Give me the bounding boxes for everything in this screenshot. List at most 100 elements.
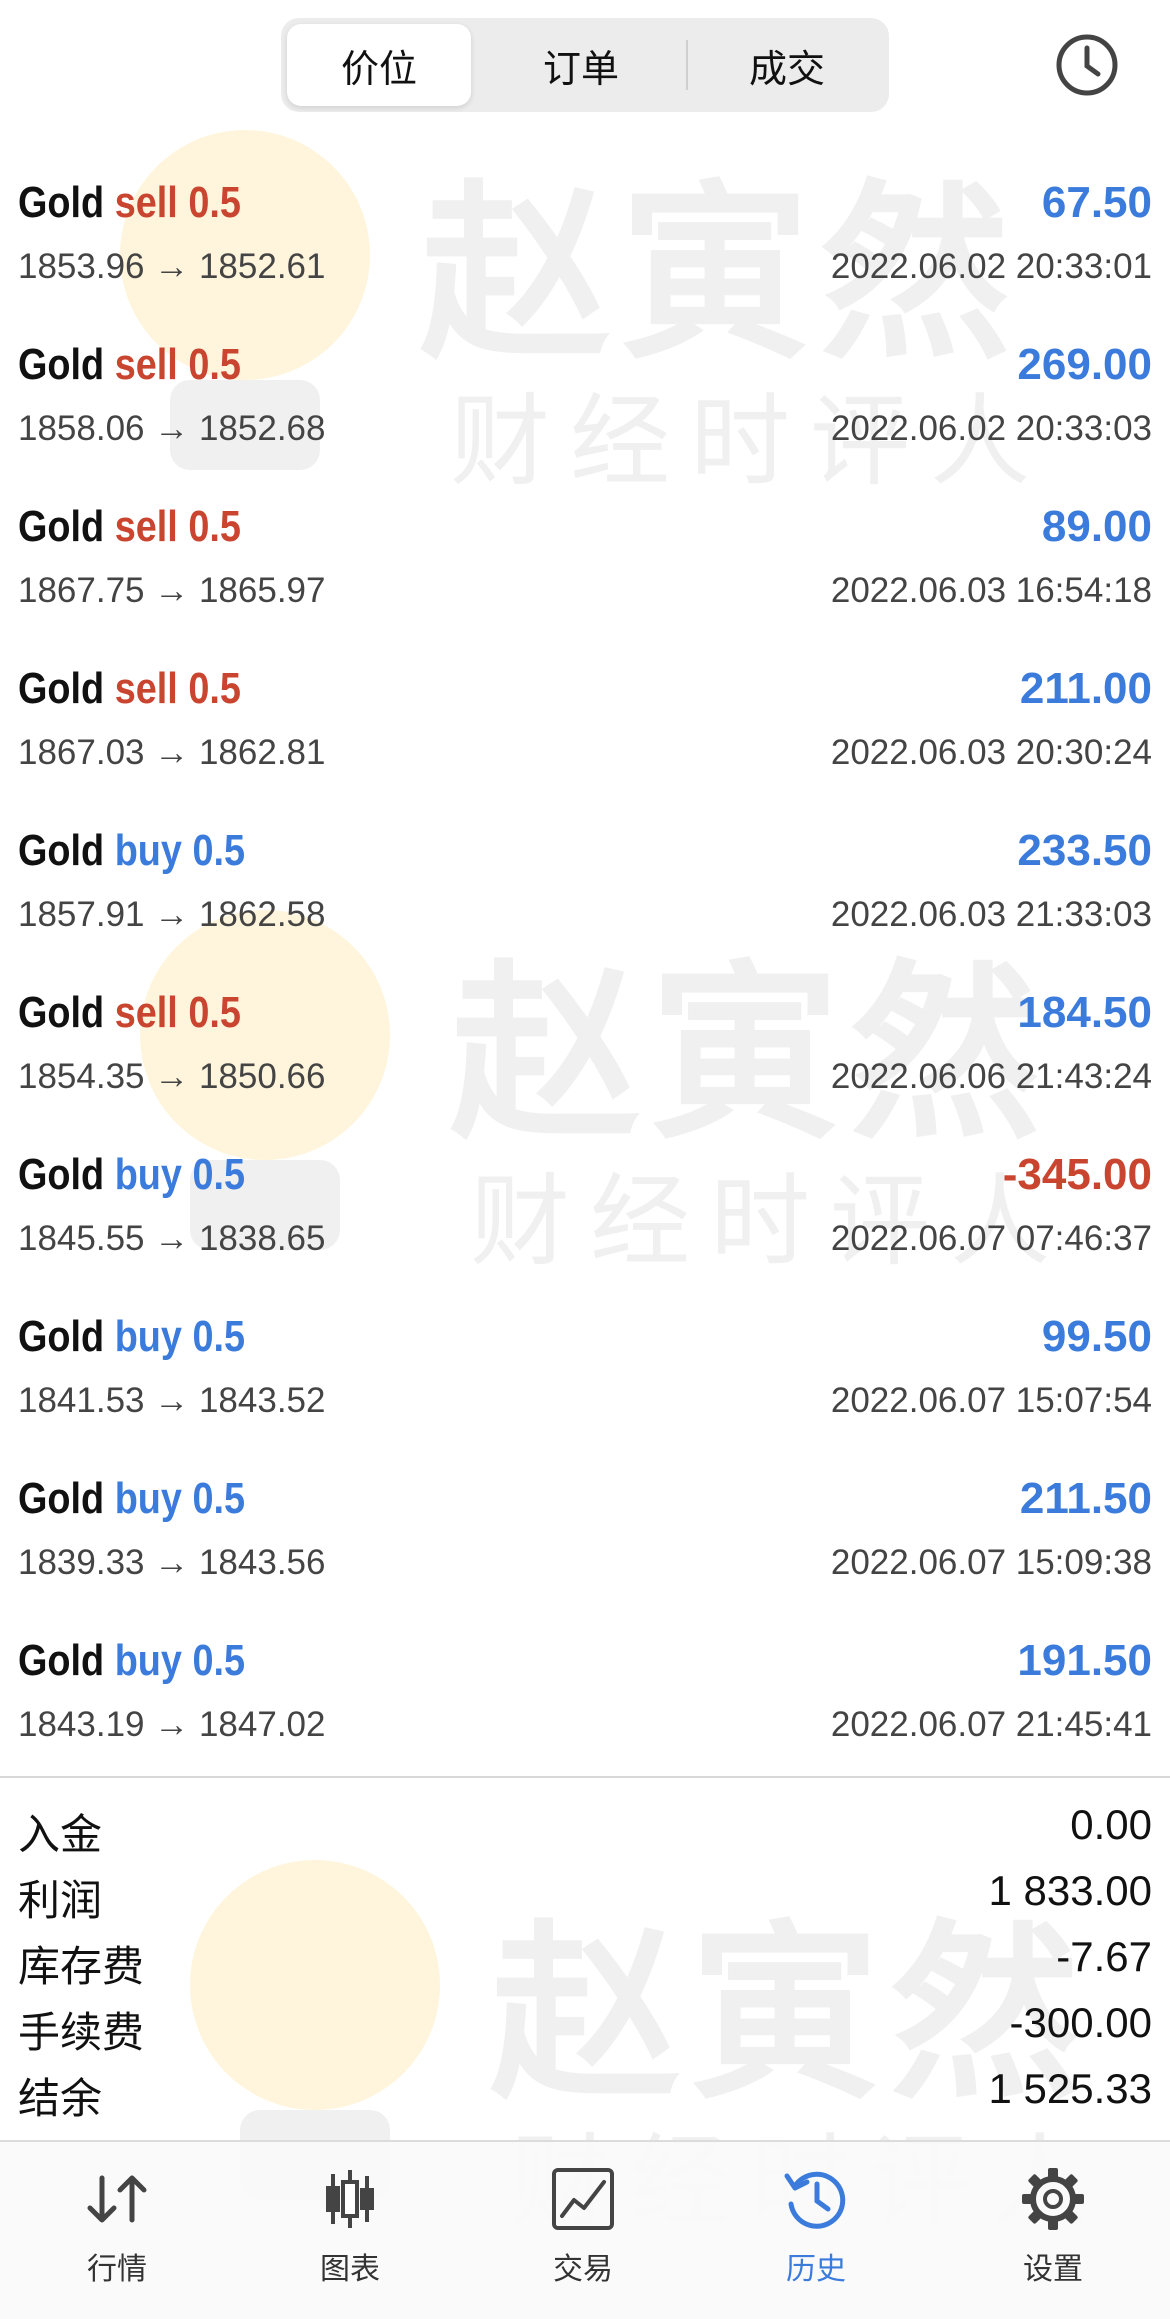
summary: 入金 0.00 利润 1 833.00 库存费 -7.67 手续费 -300.0… [0,1795,1170,2125]
deal-volume: 0.5 [192,1312,246,1361]
summary-row-swap: 库存费 -7.67 [0,1927,1170,1993]
deal-prices: 1845.55 → 1838.65 [18,1219,326,1258]
deal-side: buy [114,826,182,875]
deal-prices: 1839.33 → 1843.56 [18,1543,326,1582]
deal-row[interactable]: Gold sell 0.5 1867.03 → 1862.81 211.00 2… [0,636,1170,798]
deal-row[interactable]: Gold buy 0.5 1839.33 → 1843.56 211.50 20… [0,1446,1170,1608]
deal-profit: 67.50 [1041,178,1152,227]
deal-volume: 0.5 [188,988,241,1037]
summary-value: 1 525.33 [988,2065,1153,2112]
deal-side: sell [114,502,178,551]
deal-time: 2022.06.06 21:43:24 [830,1057,1152,1096]
tab-trade[interactable]: 交易 [493,2164,673,2294]
deal-title: Gold sell 0.5 [18,988,241,1038]
summary-label: 利润 [18,1877,103,1924]
tab-history[interactable]: 历史 [726,2164,906,2294]
segment-divider [686,40,688,90]
summary-row-profit: 利润 1 833.00 [0,1861,1170,1927]
clock-icon[interactable] [1054,32,1120,98]
deal-side: sell [114,988,178,1037]
deal-side: buy [114,1636,182,1685]
tab-settings[interactable]: 设置 [963,2164,1143,2294]
deal-volume: 0.5 [188,502,241,551]
tab-label: 历史 [786,2253,846,2286]
deal-time: 2022.06.03 16:54:18 [830,571,1152,610]
deal-volume: 0.5 [192,826,246,875]
tab-deals[interactable]: 成交 [691,24,883,106]
deal-prices: 1857.91 → 1862.58 [18,895,326,934]
deal-symbol: Gold [18,340,105,389]
deal-prices: 1867.03 → 1862.81 [18,733,326,772]
tab-label: 行情 [87,2253,147,2286]
deal-profit: 233.50 [1017,826,1152,875]
deal-title: Gold sell 0.5 [18,664,241,714]
summary-row-balance: 结余 1 525.33 [0,2059,1170,2125]
deal-side: sell [114,340,178,389]
deal-time: 2022.06.07 15:09:38 [830,1543,1152,1582]
deal-symbol: Gold [18,1474,105,1523]
summary-label: 库存费 [18,1943,145,1990]
summary-value: -300.00 [1009,1999,1152,2046]
deal-volume: 0.5 [188,664,241,713]
deal-symbol: Gold [18,178,105,227]
deal-title: Gold sell 0.5 [18,502,241,552]
deal-row[interactable]: Gold sell 0.5 1853.96 → 1852.61 67.50 20… [0,150,1170,312]
deal-side: sell [114,664,178,713]
summary-label: 入金 [18,1811,103,1858]
deal-profit: 269.00 [1017,340,1152,389]
deal-time: 2022.06.02 20:33:01 [830,247,1152,286]
tab-orders[interactable]: 订单 [481,24,681,106]
deal-title: Gold buy 0.5 [18,1636,245,1686]
deal-volume: 0.5 [192,1150,246,1199]
summary-row-deposit: 入金 0.00 [0,1795,1170,1861]
history-clock-icon [784,2171,846,2229]
deal-symbol: Gold [18,502,105,551]
deal-symbol: Gold [18,988,105,1037]
deal-symbol: Gold [18,1312,105,1361]
deal-prices: 1858.06 → 1852.68 [18,409,326,448]
deal-symbol: Gold [18,664,105,713]
deal-symbol: Gold [18,1150,105,1199]
deal-time: 2022.06.03 21:33:03 [830,895,1152,934]
deal-row[interactable]: Gold buy 0.5 1857.91 → 1862.58 233.50 20… [0,798,1170,960]
trade-chart-icon [552,2168,614,2230]
summary-row-commission: 手续费 -300.00 [0,1993,1170,2059]
deal-title: Gold sell 0.5 [18,178,241,228]
deal-row[interactable]: Gold sell 0.5 1867.75 → 1865.97 89.00 20… [0,474,1170,636]
deal-symbol: Gold [18,1636,105,1685]
deal-title: Gold buy 0.5 [18,1150,245,1200]
deal-profit: 191.50 [1017,1636,1152,1685]
deal-profit: 184.50 [1017,988,1152,1037]
deal-time: 2022.06.07 07:46:37 [830,1219,1152,1258]
header: 价位 订单 成交 [0,0,1170,130]
deal-profit: 211.00 [1019,664,1152,713]
summary-value: 0.00 [1070,1801,1152,1848]
tab-bar: 行情 图表 交易 历史 设置 [0,2140,1170,2319]
tab-price[interactable]: 价位 [287,24,471,106]
deal-side: buy [114,1312,182,1361]
tab-label: 设置 [1023,2253,1083,2286]
deal-row[interactable]: Gold buy 0.5 1845.55 → 1838.65 -345.00 2… [0,1122,1170,1284]
deal-title: Gold buy 0.5 [18,826,245,876]
deal-row[interactable]: Gold sell 0.5 1854.35 → 1850.66 184.50 2… [0,960,1170,1122]
summary-value: -7.67 [1056,1933,1152,1980]
deal-prices: 1867.75 → 1865.97 [18,571,326,610]
deal-title: Gold buy 0.5 [18,1474,245,1524]
tab-quotes[interactable]: 行情 [27,2164,207,2294]
deal-volume: 0.5 [192,1636,246,1685]
summary-value: 1 833.00 [988,1867,1153,1914]
deal-side: buy [114,1474,182,1523]
deal-row[interactable]: Gold buy 0.5 1843.19 → 1847.02 191.50 20… [0,1608,1170,1770]
deal-list: Gold sell 0.5 1853.96 → 1852.61 67.50 20… [0,150,1170,1770]
gear-icon [1022,2168,1084,2230]
deal-row[interactable]: Gold buy 0.5 1841.53 → 1843.52 99.50 202… [0,1284,1170,1446]
deal-prices: 1853.96 → 1852.61 [18,247,326,286]
deal-time: 2022.06.03 20:30:24 [830,733,1152,772]
deal-row[interactable]: Gold sell 0.5 1858.06 → 1852.68 269.00 2… [0,312,1170,474]
tab-label: 图表 [320,2253,380,2286]
deal-prices: 1854.35 → 1850.66 [18,1057,326,1096]
tab-charts[interactable]: 图表 [260,2164,440,2294]
deal-volume: 0.5 [192,1474,246,1523]
deal-prices: 1841.53 → 1843.52 [18,1381,326,1420]
deal-title: Gold sell 0.5 [18,340,241,390]
